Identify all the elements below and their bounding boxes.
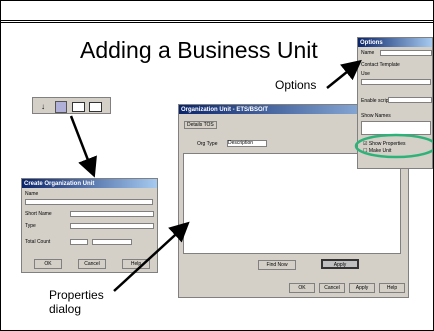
properties-callout-line1: Properties: [49, 288, 104, 302]
ok-button[interactable]: OK: [289, 283, 315, 293]
properties-callout-line2: dialog: [49, 302, 82, 316]
cancel-button[interactable]: Cancel: [78, 259, 106, 269]
new-unit-dialog-titlebar: Create Organization Unit: [22, 179, 157, 188]
find-now-button[interactable]: Find Now: [258, 260, 296, 270]
help-button[interactable]: Help: [379, 283, 405, 293]
window-icon[interactable]: [72, 102, 85, 112]
new-unit-icon[interactable]: [55, 101, 67, 113]
window-icon[interactable]: [89, 102, 102, 112]
ok-button[interactable]: OK: [34, 259, 62, 269]
properties-dialog-title: Organization Unit - ETS/BSO/T: [181, 106, 268, 113]
help-button[interactable]: Help: [122, 259, 150, 269]
options-dialog: Options Name Contact Template Use Enable…: [357, 37, 433, 169]
name-field[interactable]: [25, 199, 153, 205]
use-label: Use: [361, 71, 370, 77]
options-dialog-title: Options: [360, 39, 383, 46]
show-properties-checkbox[interactable]: ☑ Show Properties: [363, 141, 406, 147]
count-field[interactable]: [70, 239, 88, 245]
slide-top-rule: [1, 1, 433, 23]
make-unit-label: Make Unit: [368, 148, 392, 154]
slide-title: Adding a Business Unit: [80, 37, 318, 63]
short-name-label: Short Name: [25, 211, 52, 217]
properties-callout: Properties dialog: [49, 288, 104, 316]
cancel-button[interactable]: Cancel: [319, 283, 345, 293]
options-name-field[interactable]: [380, 50, 432, 56]
tab-details[interactable]: Details TOS: [184, 121, 217, 129]
type-label: Type: [25, 223, 36, 229]
unit-select[interactable]: [92, 239, 132, 245]
show-properties-label: Show Properties: [368, 141, 406, 147]
enable-scripts-field[interactable]: [388, 97, 432, 103]
options-callout: Options: [275, 78, 317, 92]
toolbar-strip: ↓: [32, 97, 111, 114]
short-name-field[interactable]: [70, 211, 154, 217]
apply-button[interactable]: Apply: [321, 259, 359, 269]
type-select[interactable]: [70, 223, 154, 229]
org-type-label: Org Type: [197, 141, 218, 147]
make-unit-checkbox[interactable]: ☐ Make Unit: [363, 148, 391, 154]
contact-template-label: Contact Template: [361, 62, 400, 68]
org-type-select[interactable]: Description: [227, 140, 267, 147]
name-label: Name: [25, 191, 39, 197]
show-names-field[interactable]: [361, 121, 431, 135]
apply-secondary-button[interactable]: Apply: [349, 283, 375, 293]
new-unit-dialog: Create Organization Unit Name Short Name…: [21, 178, 158, 273]
options-dialog-titlebar: Options: [358, 38, 432, 47]
show-names-label: Show Names: [361, 113, 391, 119]
cursor-icon[interactable]: ↓: [41, 102, 45, 111]
new-unit-dialog-title: Create Organization Unit: [24, 180, 95, 187]
total-count-label: Total Count: [25, 239, 51, 245]
arrow-toolbar-to-dialog: [69, 115, 97, 178]
use-field[interactable]: [361, 79, 431, 85]
arrow-options: [326, 59, 362, 89]
slide: Adding a Business Unit ↓ Create Organiza…: [0, 0, 434, 331]
options-name-label: Name: [361, 50, 375, 56]
